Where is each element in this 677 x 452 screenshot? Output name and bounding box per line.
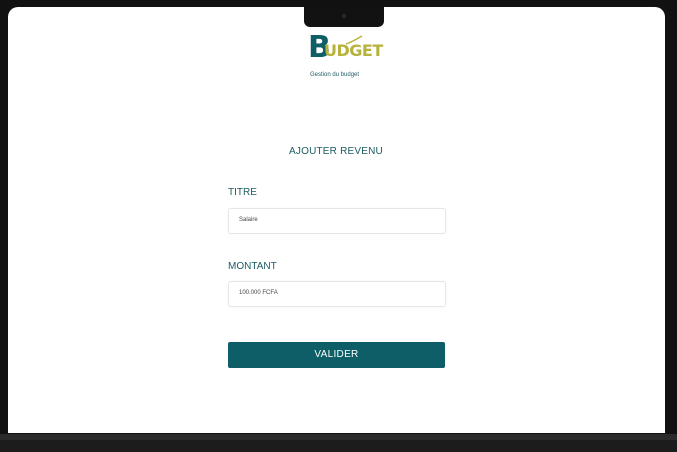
valider-button[interactable]: VALIDER xyxy=(228,342,445,368)
laptop-base-edge xyxy=(0,440,677,452)
montant-label: MONTANT xyxy=(228,261,277,272)
budget-logo: B UDGET Gestion du budget xyxy=(308,33,383,83)
logo-tagline: Gestion du budget xyxy=(310,72,360,78)
titre-input-value: Salaire xyxy=(239,217,258,223)
form-title: AJOUTER REVENU xyxy=(289,146,383,157)
logo-swoosh-icon xyxy=(345,35,363,45)
app-screen: B UDGET Gestion du budget AJOUTER REVENU… xyxy=(8,7,665,433)
titre-label: TITRE xyxy=(228,187,257,198)
montant-input[interactable]: 100.000 FCFA xyxy=(228,281,446,307)
titre-input[interactable]: Salaire xyxy=(228,208,446,234)
montant-input-value: 100.000 FCFA xyxy=(239,290,278,296)
camera-notch xyxy=(304,7,384,27)
camera-icon xyxy=(342,14,346,18)
